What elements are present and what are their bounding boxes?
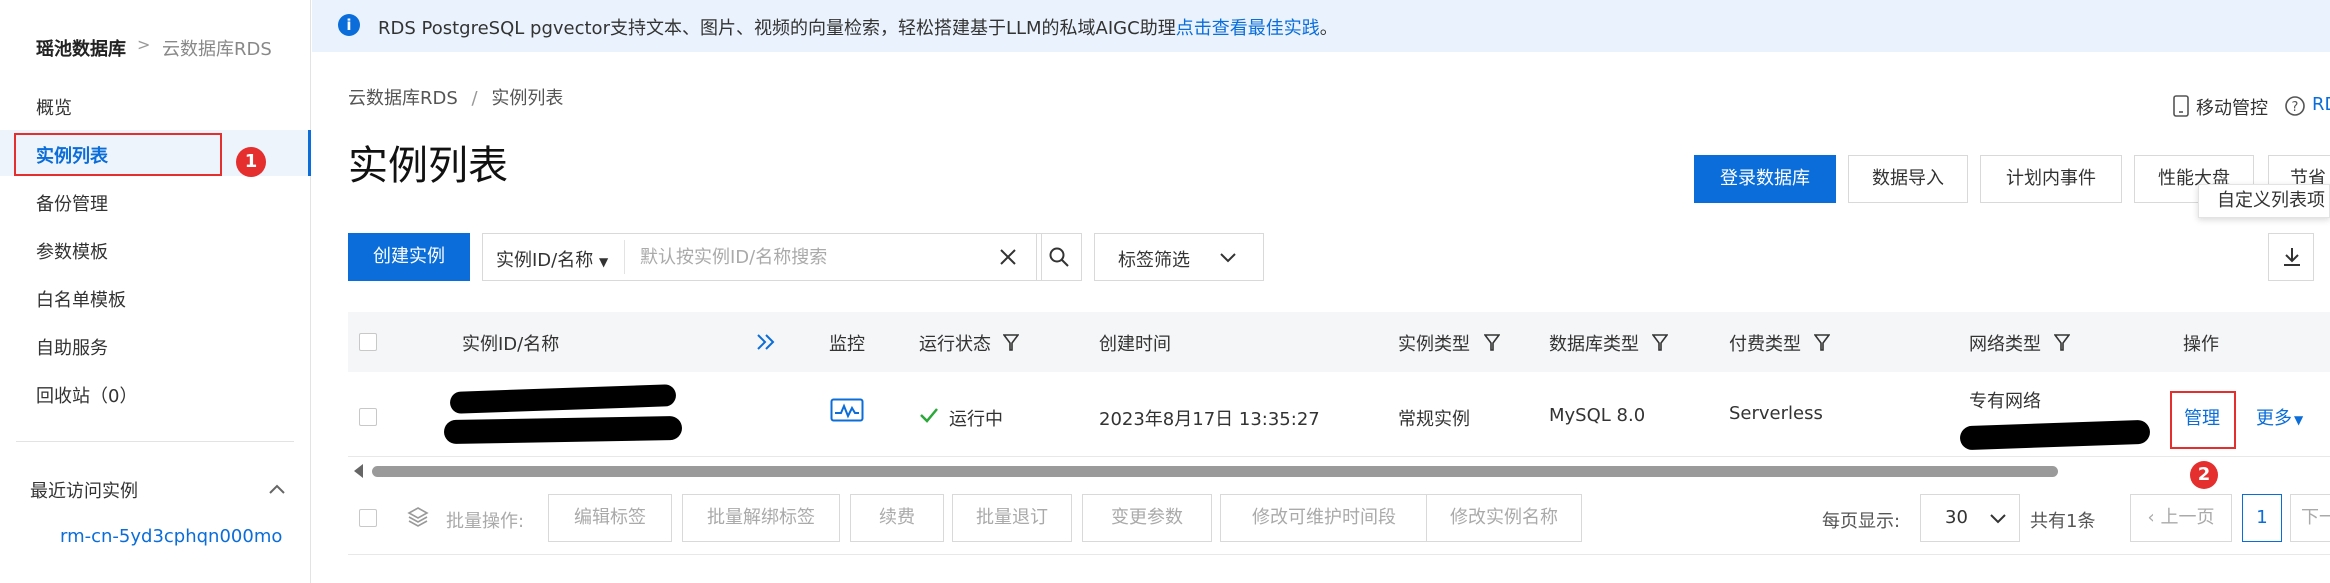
check-icon [920, 408, 938, 423]
custom-columns-tooltip: 自定义列表项 [2198, 184, 2330, 218]
chevron-left-icon: ‹ [2147, 507, 2161, 528]
banner-message: RDS PostgreSQL pgvector支持文本、图片、视频的向量检索，轻… [378, 18, 1176, 39]
banner-suffix: 。 [1319, 18, 1338, 39]
expand-columns-icon[interactable] [755, 332, 777, 352]
mobile-icon[interactable] [2172, 95, 2190, 117]
filter-icon[interactable] [1652, 334, 1668, 352]
scroll-left-icon[interactable] [354, 464, 363, 478]
search-input[interactable] [640, 237, 980, 277]
sidebar-item-backup[interactable]: 备份管理 [36, 190, 108, 216]
caret-down-icon: ▼ [2294, 413, 2304, 427]
page-number-button[interactable]: 1 [2242, 494, 2282, 542]
col-header-created: 创建时间 [1099, 334, 1171, 355]
brand-subtitle[interactable]: 云数据库RDS [162, 35, 272, 61]
recent-instance-link[interactable]: rm-cn-5yd3cphqn000mo [60, 526, 282, 547]
search-field-select[interactable]: 实例ID/名称 ▼ [496, 246, 608, 272]
redacted-instance-id [449, 384, 677, 414]
filter-icon[interactable] [1003, 334, 1019, 352]
status-text: 运行中 [949, 409, 1003, 430]
batch-change-params-button[interactable]: 变更参数 [1082, 494, 1212, 542]
filter-icon[interactable] [1814, 334, 1830, 352]
breadcrumb: 云数据库RDS / 实例列表 [348, 84, 563, 110]
data-import-button[interactable]: 数据导入 [1848, 155, 1968, 203]
clear-icon[interactable] [998, 247, 1018, 267]
download-icon [2284, 248, 2300, 266]
col-header-id: 实例ID/名称 [462, 334, 560, 355]
annotation-badge-1: 1 [236, 147, 266, 177]
batch-ops-label: 批量操作: [446, 511, 525, 532]
search-divider [624, 240, 625, 274]
filter-icon[interactable] [2054, 334, 2070, 352]
row-divider [348, 456, 2330, 457]
batch-renew-button[interactable]: 续费 [850, 494, 944, 542]
planned-events-button[interactable]: 计划内事件 [1980, 155, 2122, 203]
redacted-vpc [1959, 419, 2151, 451]
layers-icon [407, 507, 429, 527]
col-header-instance-type: 实例类型 [1398, 334, 1470, 355]
horizontal-scrollbar[interactable] [372, 466, 2058, 477]
brand-separator: > [137, 35, 151, 54]
tag-filter-label: 标签筛选 [1118, 250, 1190, 271]
per-page-label: 每页显示: [1822, 511, 1901, 532]
pay-type: Serverless [1729, 403, 1823, 424]
manage-link[interactable]: 管理 [2184, 404, 2220, 430]
monitor-chart-icon[interactable] [830, 398, 864, 424]
sidebar-item-overview[interactable]: 概览 [36, 94, 72, 120]
col-header-db-type: 数据库类型 [1549, 334, 1639, 355]
sidebar-item-recycle-bin[interactable]: 回收站（0） [36, 382, 137, 408]
info-icon: i [338, 14, 360, 36]
more-label: 更多 [2256, 408, 2292, 429]
total-count: 共有1条 [2030, 511, 2096, 532]
chevron-up-icon[interactable] [266, 478, 288, 500]
banner-text: RDS PostgreSQL pgvector支持文本、图片、视频的向量检索，轻… [378, 14, 1338, 40]
chevron-down-icon [1220, 253, 1236, 263]
help-icon[interactable]: ? [2284, 95, 2306, 117]
prev-page-button[interactable]: ‹ 上一页 [2130, 494, 2232, 542]
caret-down-icon: ▼ [598, 255, 609, 269]
breadcrumb-current: 实例列表 [491, 88, 564, 109]
select-all-checkbox[interactable] [359, 333, 377, 351]
batch-unsubscribe-button[interactable]: 批量退订 [952, 494, 1072, 542]
network-type: 专有网络 [1969, 391, 2041, 412]
instance-type: 常规实例 [1398, 409, 1470, 430]
batch-edit-tags-button[interactable]: 编辑标签 [548, 494, 672, 542]
svg-text:?: ? [2292, 100, 2299, 115]
help-link[interactable]: RD [2312, 94, 2330, 115]
prev-page-label: 上一页 [2160, 507, 2215, 528]
breadcrumb-root[interactable]: 云数据库RDS [348, 88, 458, 109]
page-title: 实例列表 [348, 143, 508, 189]
brand-title[interactable]: 瑶池数据库 [36, 35, 126, 61]
sidebar-item-self-service[interactable]: 自助服务 [36, 334, 108, 360]
chevron-down-icon [1990, 514, 2006, 524]
sidebar-item-whitelist-template[interactable]: 白名单模板 [36, 286, 126, 312]
search-field-label: 实例ID/名称 [496, 250, 594, 271]
row-checkbox[interactable] [359, 408, 377, 426]
footer-select-all-checkbox[interactable] [359, 509, 377, 527]
col-header-monitor: 监控 [829, 334, 865, 355]
mobile-control-link[interactable]: 移动管控 [2196, 94, 2268, 120]
annotation-box-1 [14, 133, 222, 176]
next-page-button[interactable]: 下一 [2290, 494, 2330, 542]
banner-link[interactable]: 点击查看最佳实践 [1176, 18, 1320, 39]
created-time: 2023年8月17日 13:35:27 [1099, 409, 1320, 430]
batch-unbind-tags-button[interactable]: 批量解绑标签 [682, 494, 840, 542]
more-menu[interactable]: 更多 ▼ [2256, 404, 2303, 430]
redacted-instance-name [443, 415, 683, 445]
col-header-pay-type: 付费类型 [1729, 334, 1801, 355]
db-type: MySQL 8.0 [1549, 405, 1646, 426]
per-page-value: 30 [1945, 507, 1968, 528]
col-header-network: 网络类型 [1969, 334, 2041, 355]
breadcrumb-separator: / [471, 88, 478, 109]
recent-instances-title[interactable]: 最近访问实例 [30, 477, 138, 503]
batch-maintenance-window-button[interactable]: 修改可维护时间段 [1220, 494, 1428, 542]
batch-rename-button[interactable]: 修改实例名称 [1426, 494, 1582, 542]
col-header-operations: 操作 [2183, 334, 2219, 355]
login-database-button[interactable]: 登录数据库 [1694, 155, 1836, 203]
search-icon [1049, 247, 1069, 267]
sidebar-divider [16, 441, 294, 442]
create-instance-button[interactable]: 创建实例 [348, 233, 470, 281]
col-header-status: 运行状态 [919, 334, 991, 355]
sidebar-item-param-template[interactable]: 参数模板 [36, 238, 108, 264]
filter-icon[interactable] [1484, 334, 1500, 352]
